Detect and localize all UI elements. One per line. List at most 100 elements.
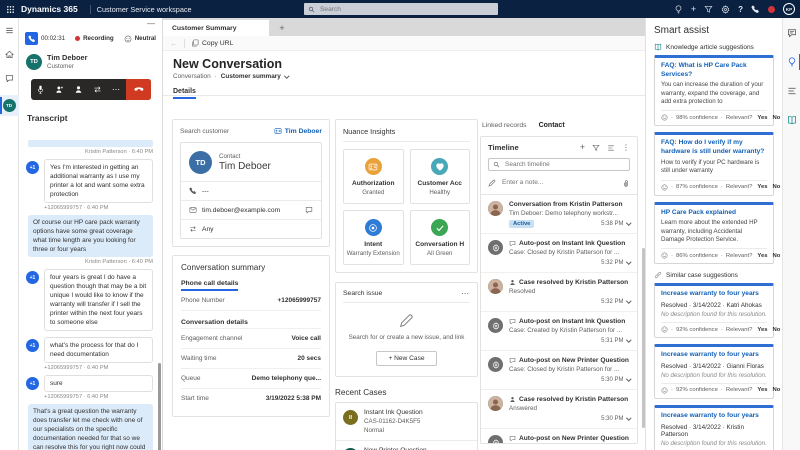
timeline-entry[interactable]: Auto-post on New Printer Question Case: … (481, 429, 637, 444)
note-composer[interactable] (481, 171, 637, 195)
add-tab-icon[interactable]: + (269, 20, 295, 36)
timeline-search[interactable] (488, 158, 630, 171)
transfer-button[interactable] (88, 79, 107, 100)
article-title-link[interactable]: HP Care Pack explained (661, 209, 767, 218)
chevron-down-icon[interactable] (626, 416, 631, 421)
user-avatar[interactable]: KP (783, 3, 795, 15)
chevron-down-icon[interactable] (626, 377, 631, 382)
timeline-card: Timeline + ⋮ (480, 136, 638, 444)
relevant-no-button[interactable]: No (773, 184, 781, 190)
waffle-icon[interactable] (0, 5, 20, 14)
knowledge-search-icon[interactable] (783, 112, 800, 128)
case-list-item[interactable]: II Instant Ink Question CAS-01162-D4K5F5… (336, 403, 477, 440)
presence-status-dot[interactable] (768, 6, 775, 13)
chevron-down-icon[interactable] (626, 221, 631, 226)
contact-name[interactable]: Tim Deboer (219, 161, 271, 172)
article-title-link[interactable]: FAQ: What is HP Care Pack Services? (661, 62, 767, 79)
chevron-down-icon[interactable] (284, 73, 289, 78)
sessions-icon[interactable] (0, 71, 19, 85)
relevant-yes-button[interactable]: Yes (757, 115, 767, 121)
timeline-entry[interactable]: Auto-post on Instant Ink Question Case: … (481, 234, 637, 273)
settings-gear-icon[interactable] (721, 5, 730, 14)
tab-contact[interactable]: Contact (539, 122, 565, 129)
note-input[interactable] (500, 178, 618, 187)
filter-icon[interactable] (592, 144, 600, 152)
more-horizontal-icon[interactable]: ⋯ (461, 289, 470, 298)
contact-method-row: Any (181, 219, 321, 238)
tab-customer-summary[interactable]: Customer Summary (163, 20, 269, 36)
help-icon[interactable]: ? (738, 5, 743, 14)
relevant-yes-button[interactable]: Yes (757, 253, 767, 259)
timeline-entry[interactable]: Case resolved by Kristin Patterson Resol… (481, 273, 637, 312)
filter-icon[interactable] (704, 5, 713, 14)
breadcrumb-view[interactable]: Customer summary (221, 73, 281, 80)
timeline-entry[interactable]: Case resolved by Kristin Patterson Answe… (481, 390, 637, 429)
back-icon[interactable]: ← (170, 39, 178, 48)
relevant-no-button[interactable]: No (773, 253, 781, 259)
article-title-link[interactable]: FAQ: How do I verify if my hardware is s… (661, 139, 767, 156)
tab-details[interactable]: Details (173, 88, 196, 99)
case-title-link[interactable]: Increase warranty to four years (661, 351, 767, 360)
relevant-yes-button[interactable]: Yes (757, 327, 767, 333)
contact-mini-card[interactable]: TD Contact Tim Deboer --- ti (180, 142, 322, 239)
phone-icon (189, 187, 197, 195)
timeline-column: Linked records Contact Timeline + ⋮ (480, 122, 638, 450)
relevant-no-button[interactable]: No (773, 327, 781, 333)
more-call-options-button[interactable]: ⋯ (107, 79, 126, 100)
timeline-search-input[interactable] (503, 160, 625, 169)
search-issue-label: Search issue (343, 290, 382, 297)
record-types-icon[interactable] (607, 144, 615, 152)
copy-url-button[interactable]: Copy URL (191, 39, 233, 47)
app-name[interactable]: Customer Service workspace (97, 5, 192, 14)
contact-email-value[interactable]: tim.deboer@example.com (202, 207, 280, 214)
more-vertical-icon[interactable]: ⋮ (622, 143, 630, 152)
chat-icon[interactable] (305, 206, 313, 214)
paperclip-icon[interactable] (622, 179, 630, 187)
tab-phone-call-details[interactable]: Phone call details (181, 280, 238, 291)
lightbulb-icon[interactable] (674, 5, 683, 14)
insight-tile-customer-account: Customer Acc Healthy (410, 149, 471, 204)
smart-assist-tool-icon[interactable] (783, 54, 800, 70)
home-icon[interactable] (0, 47, 19, 61)
kb-suggestion-card: HP Care Pack explained Learn more about … (654, 202, 774, 265)
teams-chat-icon[interactable] (783, 25, 800, 41)
post-icon (509, 435, 516, 442)
end-call-button[interactable] (126, 79, 151, 100)
customer-lookup-link[interactable]: Tim Deboer (274, 127, 322, 135)
phone-icon[interactable] (751, 5, 760, 14)
tab-linked-records[interactable]: Linked records (482, 122, 527, 129)
relevant-no-button[interactable]: No (773, 387, 781, 393)
field-row: Engagement channel Voice call (181, 329, 321, 349)
global-search-input[interactable] (318, 5, 494, 14)
case-title-link[interactable]: Increase warranty to four years (661, 412, 767, 421)
menu-icon[interactable] (0, 23, 19, 37)
relevant-no-button[interactable]: No (773, 115, 781, 121)
add-icon[interactable]: + (580, 143, 585, 152)
search-icon (308, 6, 315, 13)
minimize-icon[interactable]: — (147, 19, 155, 28)
add-icon[interactable]: + (691, 4, 696, 14)
timeline-entry[interactable]: Auto-post on Instant Ink Question Case: … (481, 312, 637, 351)
relevant-yes-button[interactable]: Yes (757, 184, 767, 190)
person-icon (509, 279, 516, 286)
participants-button[interactable] (69, 79, 88, 100)
timeline-entry[interactable]: Auto-post on New Printer Question Case: … (481, 351, 637, 390)
active-session-tab[interactable]: TD (0, 95, 19, 116)
relevant-yes-button[interactable]: Yes (757, 387, 767, 393)
global-search[interactable] (304, 3, 498, 15)
transcript-scrollbar[interactable] (158, 363, 161, 450)
mute-mic-button[interactable] (31, 79, 50, 100)
contact-phone-row: --- (181, 181, 321, 200)
chevron-down-icon[interactable] (626, 299, 631, 304)
consult-button[interactable] (50, 79, 69, 100)
agent-scripts-icon[interactable] (783, 83, 800, 99)
auto-post-avatar (488, 435, 503, 444)
new-case-button[interactable]: + New Case (376, 351, 436, 366)
case-title-link[interactable]: Increase warranty to four years (661, 290, 767, 299)
brand-title[interactable]: Dynamics 365 (21, 4, 78, 14)
timeline-entry[interactable]: Conversation from Kristin Patterson Tim … (481, 195, 637, 234)
chevron-down-icon[interactable] (626, 338, 631, 343)
chevron-down-icon[interactable] (626, 260, 631, 265)
transcript-list[interactable]: Kristin Patterson · 6:40 PM +1 Yes I'm i… (19, 136, 159, 450)
case-list-item[interactable]: NP New Printer Question CAS-01161-C6K5G9 (336, 440, 477, 450)
